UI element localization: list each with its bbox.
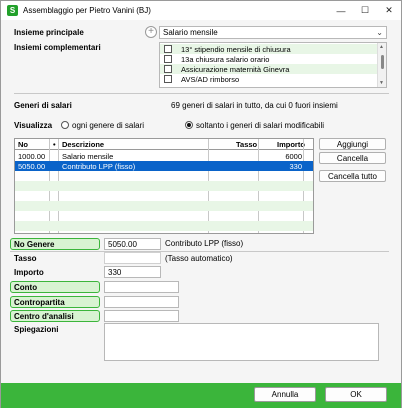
empty-row bbox=[15, 181, 313, 191]
list-item-label: 13° stipendio mensile di chiusura bbox=[181, 44, 291, 54]
radio-all-label: ogni genere di salari bbox=[72, 121, 145, 130]
checkbox[interactable] bbox=[164, 55, 172, 63]
scroll-up-icon[interactable]: ▲ bbox=[379, 44, 384, 50]
scroll-down-icon[interactable]: ▼ bbox=[379, 80, 384, 86]
spiegazioni-label: Spiegazioni bbox=[14, 325, 59, 334]
visualizza-label: Visualizza bbox=[14, 121, 53, 130]
tasso-label: Tasso bbox=[14, 254, 37, 263]
list-item[interactable]: Assicurazione maternità Ginevra bbox=[160, 64, 386, 74]
col-header-tasso[interactable]: Tasso bbox=[236, 140, 257, 149]
list-item[interactable]: AVS/AD rimborso bbox=[160, 74, 386, 84]
title-bar: S Assemblaggio per Pietro Vanini (BJ) — … bbox=[1, 1, 401, 20]
importo-label: Importo bbox=[14, 268, 44, 277]
tasso-field[interactable] bbox=[104, 252, 161, 264]
ok-button[interactable]: OK bbox=[325, 387, 387, 402]
cell-descrizione: Salario mensile bbox=[62, 152, 114, 161]
list-item-label: AVS/AD rimborso bbox=[181, 74, 240, 84]
conto-label: Conto bbox=[10, 281, 100, 293]
insieme-principale-value: Salario mensile bbox=[163, 28, 218, 37]
checkbox[interactable] bbox=[164, 75, 172, 83]
divider bbox=[14, 93, 389, 94]
cancella-button[interactable]: Cancella bbox=[319, 152, 386, 164]
centro-analisi-field[interactable] bbox=[104, 310, 179, 322]
list-item-label: Assicurazione maternità Ginevra bbox=[181, 64, 290, 74]
app-logo-icon: S bbox=[7, 5, 18, 16]
conto-field[interactable] bbox=[104, 281, 179, 293]
contropartita-field[interactable] bbox=[104, 296, 179, 308]
radio-all-generi[interactable] bbox=[61, 121, 69, 129]
cell-importo: 330 bbox=[289, 162, 302, 171]
empty-row bbox=[15, 191, 313, 201]
radio-modifiable-label: soltanto i generi di salari modificabili bbox=[196, 121, 325, 130]
empty-row bbox=[15, 211, 313, 221]
cell-importo: 6000 bbox=[285, 152, 302, 161]
col-header-flag[interactable]: • bbox=[53, 140, 56, 149]
annulla-button[interactable]: Annulla bbox=[254, 387, 316, 402]
col-header-importo[interactable]: Importo bbox=[277, 140, 305, 149]
importo-field[interactable]: 330 bbox=[104, 266, 161, 278]
no-genere-description: Contributo LPP (fisso) bbox=[165, 239, 244, 248]
tasso-note: (Tasso automatico) bbox=[165, 254, 233, 263]
col-header-no[interactable]: No bbox=[18, 140, 28, 149]
generi-table: No • Descrizione Tasso Importo 1000.00 S… bbox=[14, 138, 314, 234]
insieme-principale-select[interactable]: Salario mensile ⌄ bbox=[159, 26, 387, 39]
divider bbox=[10, 251, 389, 252]
centro-analisi-label: Centro d'analisi bbox=[10, 310, 100, 322]
table-row-selected[interactable]: 5050.00 Contributo LPP (fisso) 330 bbox=[15, 161, 313, 171]
checkbox[interactable] bbox=[164, 65, 172, 73]
no-genere-label: No Genere bbox=[10, 238, 100, 250]
generi-summary: 69 generi di salari in tutto, da cui 0 f… bbox=[171, 101, 338, 110]
window-title: Assemblaggio per Pietro Vanini (BJ) bbox=[23, 6, 151, 15]
table-row[interactable]: 1000.00 Salario mensile 6000 bbox=[15, 151, 313, 161]
empty-row bbox=[15, 201, 313, 211]
cell-no: 1000.00 bbox=[18, 152, 46, 161]
maximize-button[interactable]: ☐ bbox=[353, 1, 377, 20]
list-item-label: 13a chiusura salario orario bbox=[181, 54, 270, 64]
insiemi-complementari-list: 13° stipendio mensile di chiusura 13a ch… bbox=[159, 42, 387, 88]
aggiungi-button[interactable]: Aggiungi bbox=[319, 138, 386, 150]
spiegazioni-textarea[interactable] bbox=[104, 323, 379, 361]
cell-no: 5050.00 bbox=[18, 162, 46, 171]
checkbox[interactable] bbox=[164, 45, 172, 53]
list-item[interactable]: 13a chiusura salario orario bbox=[160, 54, 386, 64]
footer-bar: Annulla OK bbox=[1, 383, 401, 408]
contropartita-label: Contropartita bbox=[10, 296, 100, 308]
cell-descrizione: Contributo LPP (fisso) bbox=[62, 162, 136, 171]
no-genere-field[interactable]: 5050.00 bbox=[104, 238, 161, 250]
scrollbar-thumb[interactable] bbox=[381, 55, 384, 69]
cancella-tutto-button[interactable]: Cancella tutto bbox=[319, 170, 386, 182]
generi-label: Generi di salari bbox=[14, 101, 72, 110]
assemblaggio-window: S Assemblaggio per Pietro Vanini (BJ) — … bbox=[0, 0, 402, 408]
list-scrollbar[interactable]: ▲ ▼ bbox=[377, 43, 386, 87]
insiemi-complementari-label: Insiemi complementari bbox=[14, 43, 101, 52]
chevron-down-icon: ⌄ bbox=[376, 28, 383, 37]
list-item[interactable]: 13° stipendio mensile di chiusura bbox=[160, 44, 386, 54]
empty-row bbox=[15, 171, 313, 181]
minimize-button[interactable]: — bbox=[329, 1, 353, 20]
add-circle-icon[interactable]: + bbox=[145, 26, 157, 38]
table-header: No • Descrizione Tasso Importo bbox=[15, 139, 313, 150]
empty-row bbox=[15, 221, 313, 231]
insieme-principale-label: Insieme principale bbox=[14, 28, 84, 37]
radio-modifiable-generi[interactable] bbox=[185, 121, 193, 129]
close-button[interactable]: ✕ bbox=[377, 1, 401, 20]
col-header-descrizione[interactable]: Descrizione bbox=[62, 140, 104, 149]
